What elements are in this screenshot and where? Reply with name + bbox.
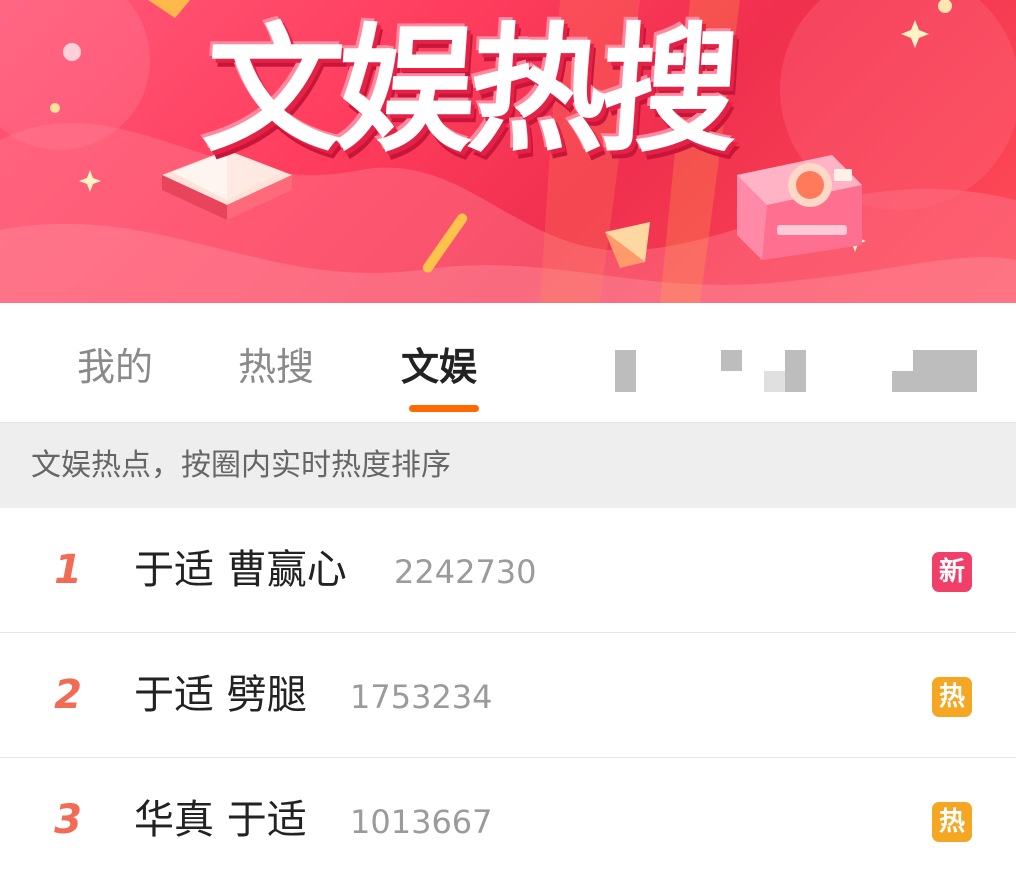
tab-hot-search[interactable]: 热搜 <box>238 339 314 395</box>
tab-mine[interactable]: 我的 <box>77 339 153 395</box>
active-tab-indicator <box>409 405 479 412</box>
topic-title[interactable]: 于适 曹赢心 <box>134 542 347 598</box>
heat-count: 1013667 <box>350 803 493 841</box>
tab-entertainment[interactable]: 文娱 <box>401 339 477 395</box>
banner-title: 文娱热搜 <box>199 10 739 171</box>
obscured-tab-fragment <box>785 350 806 392</box>
topic-title[interactable]: 于适 劈腿 <box>134 667 307 723</box>
obscured-tab[interactable] <box>615 350 636 392</box>
obscured-tab-fragment <box>892 371 913 392</box>
hot-list-item[interactable]: 1 于适 曹赢心 2242730 新 <box>0 508 1016 633</box>
topic-title[interactable]: 华真 于适 <box>134 792 307 848</box>
tab-bar: 我的 热搜 文娱 <box>0 303 1016 422</box>
hot-list-item[interactable]: 3 华真 于适 1013667 热 <box>0 758 1016 882</box>
obscured-tab[interactable] <box>913 350 977 392</box>
rank-number: 3 <box>54 797 82 843</box>
obscured-tab-fragment <box>764 371 785 392</box>
hot-badge: 热 <box>932 677 972 717</box>
obscured-tab[interactable] <box>721 350 742 371</box>
subheader-text: 文娱热点，按圈内实时热度排序 <box>31 448 451 483</box>
heat-count: 1753234 <box>350 678 493 716</box>
rank-number: 2 <box>54 672 82 718</box>
new-badge: 新 <box>932 552 972 592</box>
hot-list-item[interactable]: 2 于适 劈腿 1753234 热 <box>0 633 1016 758</box>
hot-badge: 热 <box>932 802 972 842</box>
rank-number: 1 <box>54 547 82 593</box>
banner: 文娱热搜 <box>0 0 1016 303</box>
heat-count: 2242730 <box>394 553 537 591</box>
list-subheader: 文娱热点，按圈内实时热度排序 <box>0 422 1016 509</box>
